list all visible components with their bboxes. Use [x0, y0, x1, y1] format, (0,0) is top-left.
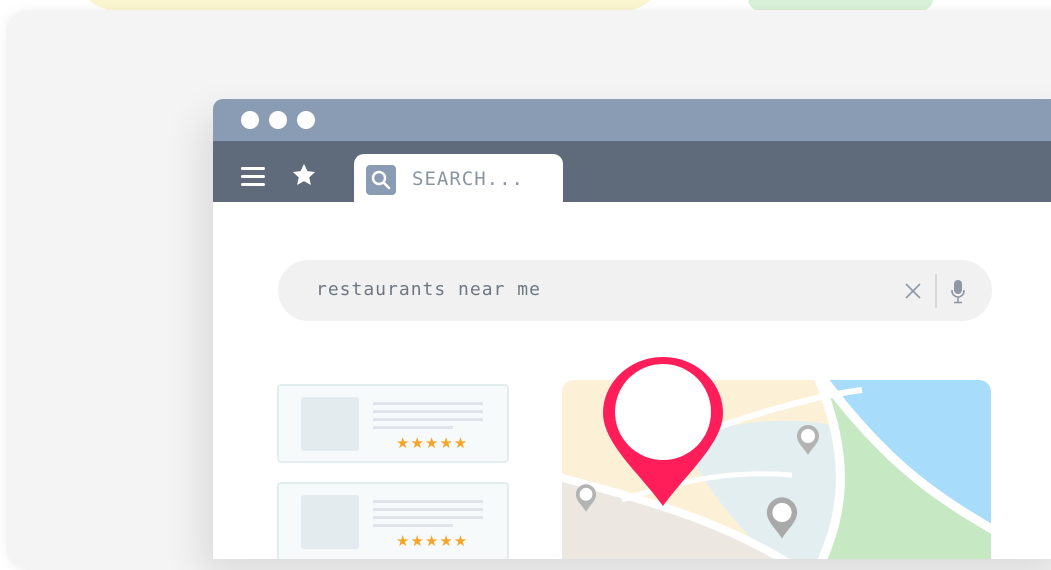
title-bar: [213, 99, 1051, 141]
location-pin-icon[interactable]: [796, 424, 820, 456]
search-icon[interactable]: [366, 165, 396, 195]
search-query: restaurants near me: [316, 279, 541, 300]
result-card[interactable]: ★★★★★: [277, 482, 509, 559]
hamburger-menu-icon[interactable]: [241, 167, 267, 189]
location-pin-icon[interactable]: [575, 483, 597, 513]
text-placeholder: [373, 516, 483, 519]
window-control-dot[interactable]: [241, 111, 259, 129]
browser-window: SEARCH... restaurants near me ★★★★★ ★★★★…: [213, 99, 1051, 559]
result-thumbnail: [301, 495, 359, 549]
result-card[interactable]: ★★★★★: [277, 384, 509, 463]
text-placeholder: [373, 500, 483, 503]
tab-search-label: SEARCH...: [412, 168, 524, 190]
text-placeholder: [373, 426, 453, 429]
text-placeholder: [373, 402, 483, 405]
microphone-icon[interactable]: [950, 279, 966, 305]
text-placeholder: [373, 508, 483, 511]
browser-toolbar: SEARCH...: [213, 141, 1051, 204]
text-placeholder: [373, 410, 483, 413]
star-rating: ★★★★★: [396, 532, 469, 550]
text-placeholder: [373, 524, 453, 527]
text-placeholder: [373, 418, 483, 421]
search-input[interactable]: restaurants near me: [278, 260, 992, 321]
result-thumbnail: [301, 397, 359, 451]
window-control-dot[interactable]: [269, 111, 287, 129]
location-pin-icon[interactable]: [599, 351, 727, 511]
star-icon[interactable]: [290, 161, 318, 189]
divider: [935, 274, 937, 308]
window-control-dot[interactable]: [297, 111, 315, 129]
location-pin-icon[interactable]: [765, 496, 799, 540]
close-icon[interactable]: [904, 282, 922, 300]
browser-tab[interactable]: SEARCH...: [354, 154, 563, 204]
star-rating: ★★★★★: [396, 434, 469, 452]
